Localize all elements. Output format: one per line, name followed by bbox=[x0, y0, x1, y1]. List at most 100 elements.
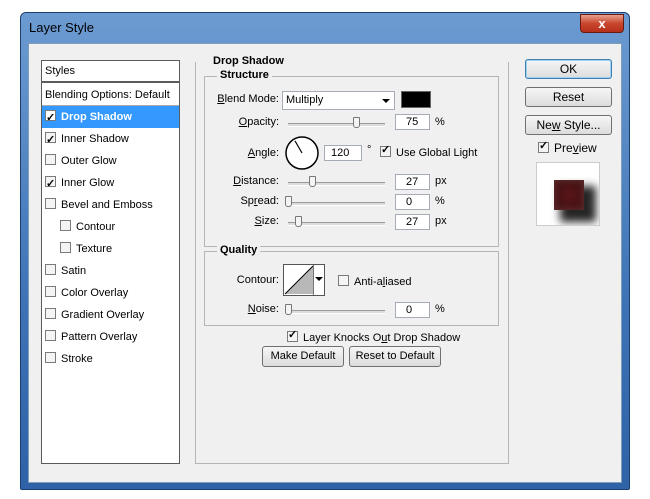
style-item-satin[interactable]: Satin bbox=[42, 260, 179, 282]
noise-slider[interactable] bbox=[288, 310, 385, 314]
contour-picker[interactable] bbox=[283, 264, 325, 296]
checkbox-icon[interactable] bbox=[45, 308, 56, 319]
size-input[interactable]: 27 bbox=[395, 214, 430, 230]
opacity-slider-thumb[interactable] bbox=[352, 117, 360, 128]
preview-label: Preview bbox=[554, 141, 597, 155]
style-item-drop-shadow[interactable]: Drop Shadow bbox=[42, 106, 179, 129]
noise-slider-thumb[interactable] bbox=[285, 304, 292, 315]
style-item-label: Inner Shadow bbox=[61, 133, 129, 145]
style-item-label: Color Overlay bbox=[61, 287, 129, 299]
size-unit: px bbox=[435, 215, 447, 227]
use-global-light-label: Use Global Light bbox=[396, 147, 478, 159]
layer-knocks-out-checkbox[interactable]: Layer Knocks Out Drop Shadow bbox=[287, 328, 461, 344]
layer-knocks-out-label: Layer Knocks Out Drop Shadow bbox=[303, 332, 461, 344]
styles-header: Styles bbox=[42, 61, 179, 83]
dialog-client-area: Styles Blending Options: Default Drop Sha… bbox=[28, 43, 622, 483]
style-item-label: Outer Glow bbox=[61, 155, 117, 167]
noise-input[interactable]: 0 bbox=[395, 302, 430, 318]
style-item-label: Satin bbox=[61, 265, 87, 277]
chevron-down-icon bbox=[315, 277, 323, 281]
spread-slider[interactable] bbox=[288, 202, 385, 206]
checkbox-icon bbox=[538, 139, 549, 153]
styles-list: Styles Blending Options: Default Drop Sha… bbox=[41, 60, 180, 464]
checkbox-icon bbox=[380, 143, 391, 157]
spread-slider-thumb[interactable] bbox=[285, 196, 292, 207]
anti-aliased-label: Anti-aliased bbox=[354, 276, 412, 288]
style-item-label: Inner Glow bbox=[61, 177, 115, 189]
style-item-label: Stroke bbox=[61, 353, 93, 365]
style-item-label: Drop Shadow bbox=[61, 111, 132, 123]
noise-label: Noise: bbox=[247, 303, 279, 315]
angle-unit: ° bbox=[367, 144, 372, 156]
quality-title: Quality bbox=[217, 244, 261, 256]
opacity-unit: % bbox=[435, 116, 445, 128]
blend-mode-label: Blend Mode: bbox=[217, 93, 279, 105]
size-slider-thumb[interactable] bbox=[294, 216, 302, 227]
new-style-button[interactable]: New Style... bbox=[525, 115, 612, 135]
contour-label: Contour: bbox=[236, 274, 279, 286]
spread-unit: % bbox=[435, 195, 445, 207]
preview-checkbox[interactable]: Preview bbox=[538, 139, 597, 155]
spread-input[interactable]: 0 bbox=[395, 194, 430, 210]
style-item-label: Pattern Overlay bbox=[61, 331, 138, 343]
checkbox-icon[interactable] bbox=[45, 198, 56, 209]
angle-label: Angle: bbox=[247, 147, 279, 159]
angle-dial[interactable] bbox=[284, 135, 320, 171]
style-item-color-overlay[interactable]: Color Overlay bbox=[42, 282, 179, 304]
blend-mode-value: Multiply bbox=[286, 94, 324, 106]
close-button[interactable]: x bbox=[580, 14, 624, 33]
style-item-contour[interactable]: Contour bbox=[42, 216, 179, 238]
style-item-label: Blending Options: Default bbox=[45, 89, 170, 101]
drop-shadow-section-title: Drop Shadow bbox=[213, 55, 284, 67]
style-item-label: Contour bbox=[76, 221, 116, 233]
style-item-blending-options-default[interactable]: Blending Options: Default bbox=[42, 84, 179, 106]
structure-title: Structure bbox=[217, 69, 272, 81]
distance-slider-thumb[interactable] bbox=[309, 176, 317, 187]
checkbox-icon[interactable] bbox=[45, 330, 56, 341]
distance-input[interactable]: 27 bbox=[395, 174, 430, 190]
opacity-slider[interactable] bbox=[288, 123, 385, 127]
reset-to-default-button[interactable]: Reset to Default bbox=[349, 346, 441, 367]
blend-mode-select[interactable]: Multiply bbox=[282, 91, 395, 110]
style-item-gradient-overlay[interactable]: Gradient Overlay bbox=[42, 304, 179, 326]
style-item-bevel-and-emboss[interactable]: Bevel and Emboss bbox=[42, 194, 179, 216]
style-item-inner-shadow[interactable]: Inner Shadow bbox=[42, 128, 179, 151]
anti-aliased-checkbox[interactable]: Anti-aliased bbox=[338, 275, 412, 288]
style-item-label: Texture bbox=[76, 243, 113, 255]
window-title: Layer Style bbox=[29, 20, 95, 35]
size-slider[interactable] bbox=[288, 222, 385, 226]
style-preview-thumbnail bbox=[536, 162, 600, 226]
style-item-inner-glow[interactable]: Inner Glow bbox=[42, 172, 179, 195]
checkbox-icon[interactable] bbox=[60, 242, 71, 253]
checkbox-icon[interactable] bbox=[60, 220, 71, 231]
checkbox-icon[interactable] bbox=[45, 154, 56, 165]
style-item-label: Gradient Overlay bbox=[61, 309, 145, 321]
shadow-color-swatch[interactable] bbox=[401, 91, 431, 108]
use-global-light-checkbox[interactable]: Use Global Light bbox=[380, 143, 478, 159]
style-item-stroke[interactable]: Stroke bbox=[42, 348, 179, 370]
checkbox-icon[interactable] bbox=[45, 286, 56, 297]
distance-unit: px bbox=[435, 175, 447, 187]
contour-curve-icon bbox=[284, 265, 314, 295]
angle-input[interactable]: 120 bbox=[324, 145, 362, 161]
checkbox-icon[interactable] bbox=[45, 173, 56, 195]
checkbox-icon[interactable] bbox=[45, 264, 56, 275]
opacity-input[interactable]: 75 bbox=[395, 114, 430, 130]
ok-button[interactable]: OK bbox=[525, 59, 612, 79]
contour-dropdown[interactable] bbox=[313, 265, 324, 295]
style-item-label: Bevel and Emboss bbox=[61, 199, 153, 211]
checkbox-icon[interactable] bbox=[45, 107, 56, 129]
opacity-label: Opacity: bbox=[238, 116, 279, 128]
make-default-button[interactable]: Make Default bbox=[262, 346, 344, 367]
distance-slider[interactable] bbox=[288, 182, 385, 186]
style-item-outer-glow[interactable]: Outer Glow bbox=[42, 150, 179, 172]
style-item-pattern-overlay[interactable]: Pattern Overlay bbox=[42, 326, 179, 348]
checkbox-icon[interactable] bbox=[45, 129, 56, 151]
reset-button[interactable]: Reset bbox=[525, 87, 612, 107]
style-item-texture[interactable]: Texture bbox=[42, 238, 179, 260]
layer-style-dialog: Layer Style x Styles Blending Options: D… bbox=[20, 12, 630, 490]
checkbox-icon[interactable] bbox=[45, 352, 56, 363]
checkbox-icon bbox=[287, 328, 298, 342]
distance-label: Distance: bbox=[233, 175, 279, 187]
checkbox-icon bbox=[338, 275, 349, 286]
